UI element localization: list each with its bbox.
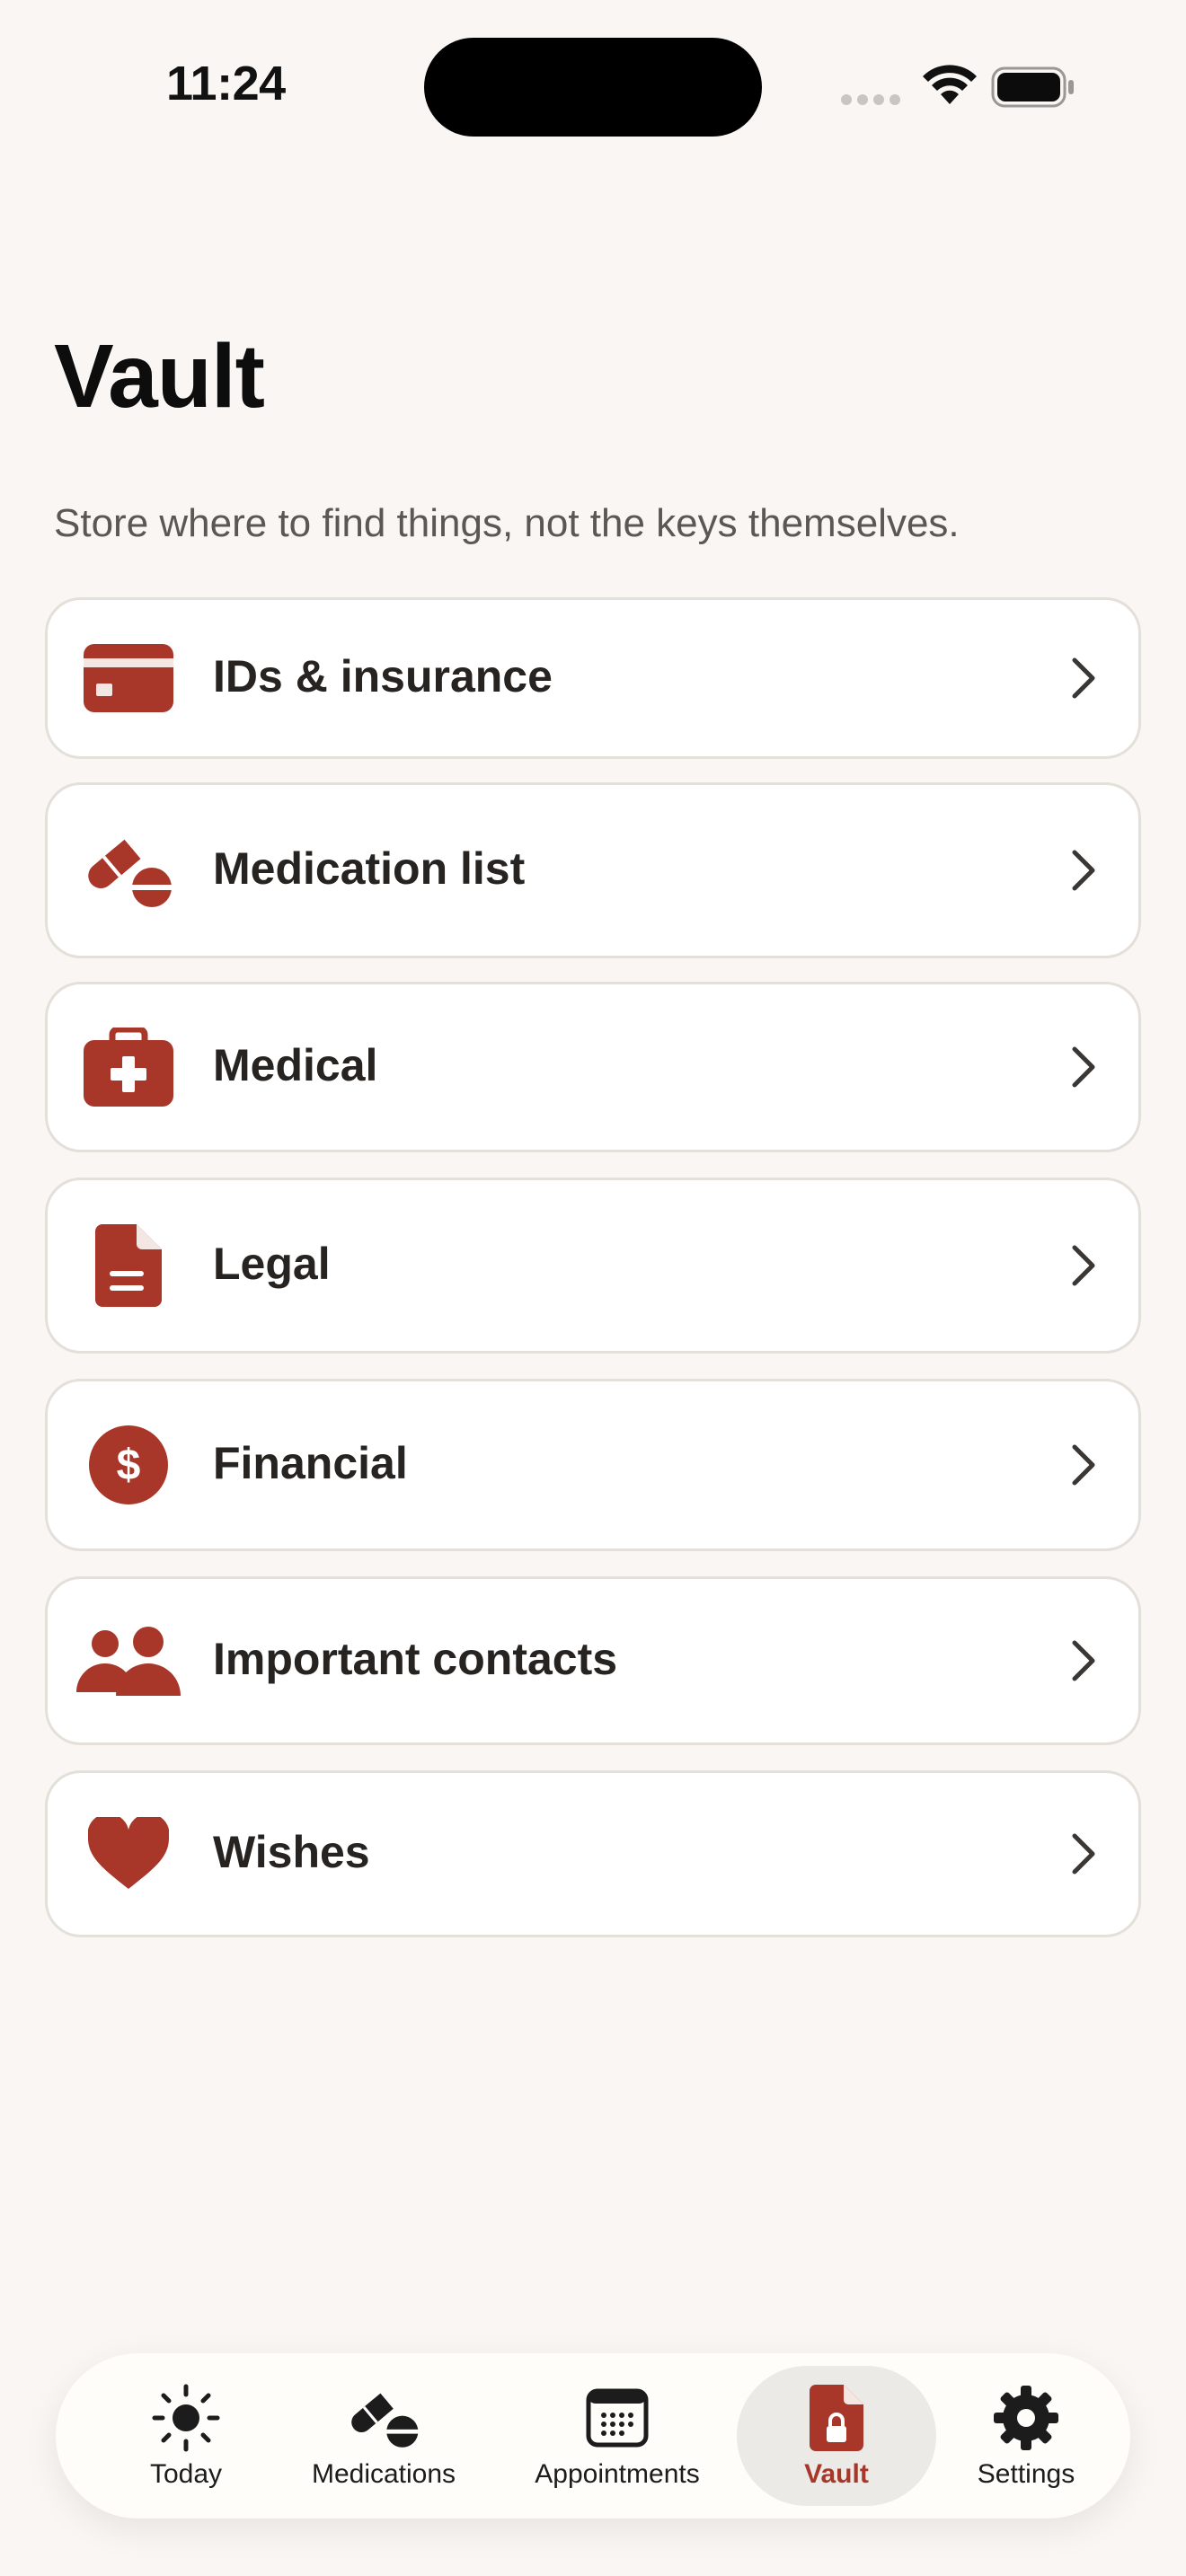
people-icon — [75, 1579, 182, 1742]
id-card-icon — [75, 600, 182, 756]
page-subtitle: Store where to find things, not the keys… — [54, 501, 960, 545]
vault-item-wishes[interactable]: Wishes — [45, 1770, 1141, 1937]
medical-kit-icon — [75, 984, 182, 1150]
tab-bar: Today Medications Appointments Vault Set… — [56, 2353, 1130, 2519]
vault-item-ids-insurance[interactable]: IDs & insurance — [45, 597, 1141, 759]
status-icons — [840, 63, 1075, 110]
tab-label: Vault — [804, 2459, 869, 2489]
tab-label: Appointments — [535, 2459, 700, 2489]
cellular-signal-icon — [841, 94, 900, 105]
tab-appointments[interactable]: Appointments — [505, 2353, 730, 2519]
locked-document-icon — [810, 2382, 863, 2454]
tab-settings[interactable]: Settings — [945, 2353, 1107, 2519]
chevron-right-icon — [1072, 1640, 1095, 1681]
vault-item-label: IDs & insurance — [213, 651, 553, 701]
page-title: Vault — [54, 326, 265, 427]
vault-item-label: Wishes — [213, 1827, 370, 1877]
vault-item-label: Legal — [213, 1239, 331, 1289]
dollar-icon: $ — [75, 1381, 182, 1548]
pills-icon — [346, 2382, 421, 2454]
vault-item-financial[interactable]: $ Financial — [45, 1379, 1141, 1551]
dynamic-island — [424, 38, 762, 137]
document-icon — [75, 1180, 182, 1351]
gear-icon — [992, 2382, 1060, 2454]
status-time: 11:24 — [166, 57, 286, 110]
tab-medications[interactable]: Medications — [280, 2353, 487, 2519]
tab-vault[interactable]: Vault — [737, 2353, 936, 2519]
vault-item-legal[interactable]: Legal — [45, 1178, 1141, 1354]
vault-item-medical[interactable]: Medical — [45, 982, 1141, 1152]
chevron-right-icon — [1072, 1046, 1095, 1088]
tab-label: Medications — [311, 2459, 456, 2489]
chevron-right-icon — [1072, 657, 1095, 699]
vault-screen: 11:24 Vault Store where to find things, … — [0, 0, 1186, 2576]
chevron-right-icon — [1072, 1833, 1095, 1875]
tab-label: Settings — [977, 2459, 1075, 2489]
vault-item-important-contacts[interactable]: Important contacts — [45, 1576, 1141, 1745]
heart-icon — [75, 1773, 182, 1935]
vault-item-label: Medical — [213, 1040, 378, 1090]
chevron-right-icon — [1072, 850, 1095, 891]
wifi-icon — [923, 65, 977, 104]
sun-icon — [152, 2382, 220, 2454]
vault-item-label: Financial — [213, 1438, 408, 1488]
svg-text:$: $ — [117, 1442, 141, 1489]
tab-today[interactable]: Today — [92, 2353, 280, 2519]
battery-icon — [991, 66, 1074, 108]
vault-item-label: Medication list — [213, 843, 526, 894]
calendar-icon — [586, 2382, 649, 2454]
chevron-right-icon — [1072, 1444, 1095, 1486]
vault-item-label: Important contacts — [213, 1634, 618, 1684]
pills-icon — [75, 785, 182, 956]
chevron-right-icon — [1072, 1245, 1095, 1286]
tab-label: Today — [149, 2459, 223, 2489]
vault-item-medication-list[interactable]: Medication list — [45, 782, 1141, 958]
